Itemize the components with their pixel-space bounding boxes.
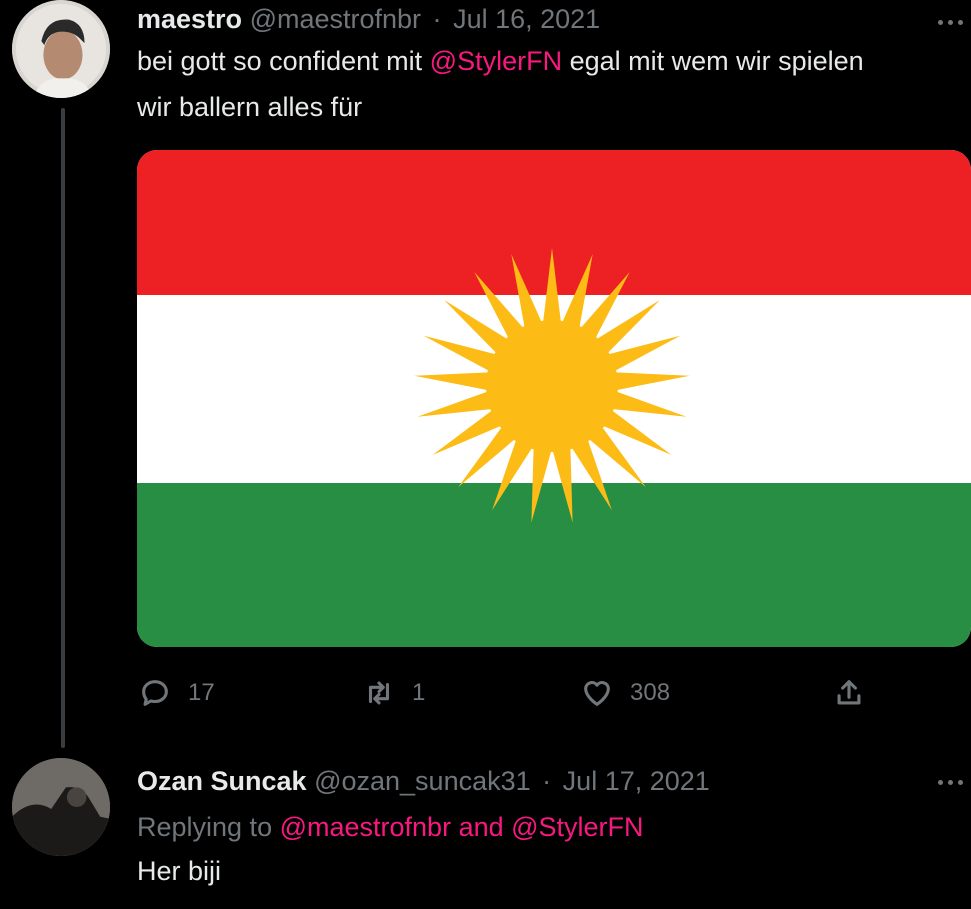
- reply-text: Her biji: [137, 856, 222, 886]
- mention-link[interactable]: @StylerFN: [511, 812, 643, 842]
- tweet-date[interactable]: Jul 16, 2021: [453, 4, 600, 34]
- kurdistan-flag-icon: [137, 150, 971, 647]
- replying-to-prefix: Replying to: [137, 812, 280, 842]
- heart-icon: [584, 681, 610, 706]
- more-options-icon[interactable]: [938, 772, 971, 792]
- mention-link[interactable]: @maestrofnbr: [280, 812, 451, 842]
- share-icon: [837, 680, 861, 705]
- replying-and: and: [451, 812, 512, 842]
- reply-icon: [142, 680, 168, 706]
- reply-count: 17: [188, 679, 215, 706]
- tweet-header: maestro @maestrofnbr · Jul 16, 2021: [137, 2, 600, 36]
- display-name[interactable]: Ozan Suncak: [137, 766, 307, 796]
- thread-connector-line: [61, 108, 65, 748]
- mention-link[interactable]: @StylerFN: [430, 46, 562, 76]
- more-options-icon[interactable]: [938, 12, 971, 32]
- sun-disc: [486, 320, 618, 452]
- reply-header: Ozan Suncak @ozan_suncak31 · Jul 17, 202…: [137, 764, 710, 798]
- like-count: 308: [630, 679, 671, 706]
- avatar[interactable]: [12, 758, 110, 856]
- tweet-media-image[interactable]: [137, 150, 971, 647]
- retweet-button[interactable]: 1: [362, 673, 425, 713]
- tweet-text-line-1: bei gott so confident mit @StylerFN egal…: [137, 42, 864, 80]
- tweet-text-part: bei gott so confident mit: [137, 46, 430, 76]
- avatar[interactable]: [12, 0, 110, 98]
- tweet-thread: maestro @maestrofnbr · Jul 16, 2021 bei …: [0, 0, 971, 909]
- tweet-text-line-2: wir ballern alles für: [137, 92, 363, 122]
- like-button[interactable]: 308: [580, 673, 670, 713]
- separator-dot: ·: [432, 4, 442, 34]
- retweet-icon: [368, 681, 390, 705]
- reply-date[interactable]: Jul 17, 2021: [563, 766, 710, 796]
- user-handle[interactable]: @maestrofnbr: [250, 4, 421, 34]
- tweet-text-part: egal mit wem wir spielen: [562, 46, 864, 76]
- separator-dot: ·: [542, 766, 552, 796]
- display-name[interactable]: maestro: [137, 4, 242, 34]
- reply-button[interactable]: 17: [138, 673, 215, 713]
- replying-to-line: Replying to @maestrofnbr and @StylerFN: [137, 810, 644, 844]
- retweet-count: 1: [412, 679, 426, 706]
- user-handle[interactable]: @ozan_suncak31: [314, 766, 531, 796]
- share-button[interactable]: [832, 673, 866, 713]
